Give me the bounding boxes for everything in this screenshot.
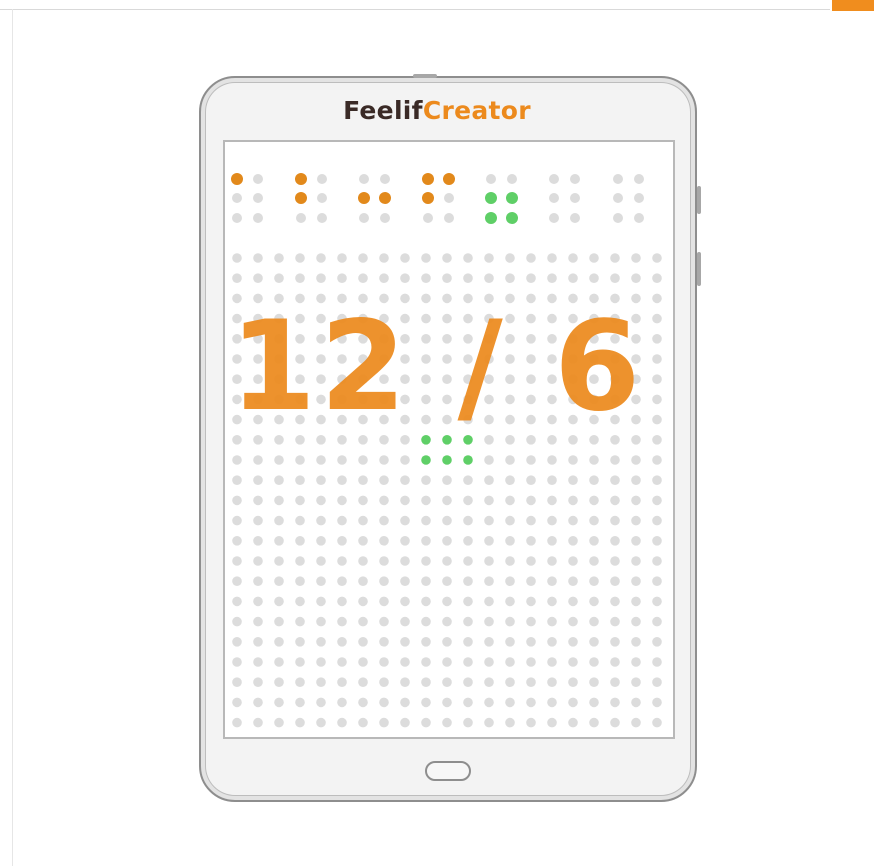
orange-corner-tab [832, 0, 874, 11]
page-top-border [0, 9, 830, 10]
home-button-icon[interactable] [425, 761, 471, 781]
tablet-screen[interactable] [223, 140, 675, 739]
tablet-top-sensor [413, 74, 437, 78]
page-left-border [12, 9, 13, 866]
brand-creator-text: Creator [422, 96, 531, 125]
app-brand-title: FeelifCreator [0, 96, 874, 126]
math-expression: 12 / 6 [229, 295, 645, 439]
brand-feelif-text: Feelif [343, 96, 423, 125]
tablet-side-button [697, 186, 701, 214]
tablet-volume-button [697, 252, 701, 286]
